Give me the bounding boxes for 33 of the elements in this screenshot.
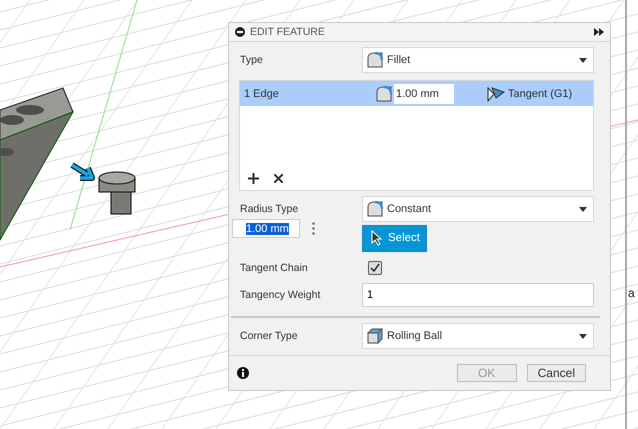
tangent-icon — [486, 86, 506, 102]
cursor-icon — [371, 230, 382, 246]
caret-icon — [579, 334, 587, 338]
tangency-weight-input[interactable]: 1 — [362, 283, 594, 307]
edge-list-row[interactable]: 1 Edge 1.00 mm Tangent (G1) — [240, 81, 593, 106]
tangency-weight-label: Tangency Weight — [240, 289, 322, 301]
tangent-chain-checkbox[interactable] — [368, 261, 382, 275]
drag-handle-icon[interactable] — [312, 222, 315, 235]
info-icon[interactable] — [237, 367, 249, 379]
cube-icon — [367, 328, 383, 344]
type-dropdown[interactable]: Fillet — [362, 47, 594, 73]
tangent-chain-label: Tangent Chain — [240, 262, 309, 274]
type-label: Type — [240, 54, 264, 66]
fillet-icon — [367, 52, 383, 68]
cut-off-label: a — [628, 286, 635, 300]
floating-value-input[interactable]: 1.00 mm — [232, 219, 300, 238]
radius-type-label: Radius Type — [240, 203, 300, 215]
corner-type-label: Corner Type — [240, 330, 299, 342]
corner-type-dropdown[interactable]: Rolling Ball — [362, 323, 594, 349]
radius-type-dropdown[interactable]: Constant — [362, 196, 594, 222]
caret-icon — [579, 206, 587, 212]
continuity-label[interactable]: Tangent (G1) — [508, 88, 572, 100]
fillet-icon — [376, 84, 392, 102]
fast-forward-icon[interactable] — [594, 28, 604, 36]
delete-icon[interactable] — [274, 174, 283, 183]
panel-title: EDIT FEATURE — [250, 26, 325, 38]
edge-count: 1 Edge — [244, 88, 280, 100]
dialog-button[interactable]: Cancel — [526, 364, 586, 382]
fillet-icon — [367, 201, 383, 217]
add-icon[interactable] — [248, 173, 259, 184]
minus-circle-icon[interactable] — [235, 27, 245, 37]
radius-input[interactable]: 1.00 mm — [394, 84, 454, 104]
caret-icon — [579, 58, 587, 62]
